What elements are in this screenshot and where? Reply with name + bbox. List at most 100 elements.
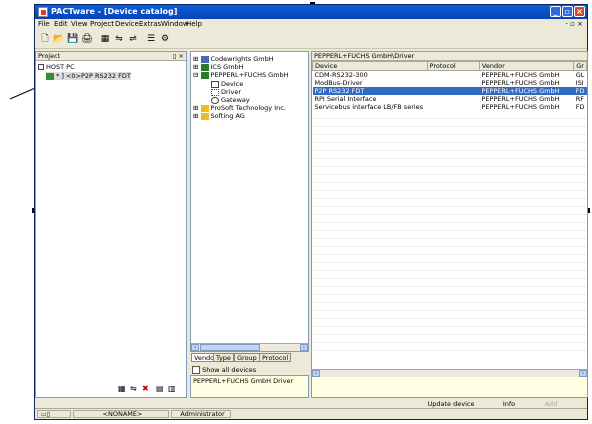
table-row-empty (312, 342, 587, 351)
col-protocol[interactable]: Protocol (426, 61, 480, 71)
tree-prosoft[interactable]: ⊞ ProSoft Technology Inc. (193, 104, 286, 112)
driver-icon (211, 88, 219, 96)
scroll-right-icon[interactable]: › (300, 344, 308, 351)
minimize-button[interactable]: _ (550, 6, 561, 17)
pane-pin-close[interactable]: ▯ × (173, 52, 184, 61)
open-icon[interactable]: 📂 (53, 33, 65, 45)
diagnosis-icon[interactable]: ⚙ (159, 33, 171, 45)
window-title: PACTware - [Device catalog] (51, 7, 178, 16)
menu-extras[interactable]: Extras (139, 20, 161, 28)
menu-window[interactable]: Window (161, 20, 189, 28)
disconnect-icon[interactable]: ⇌ (127, 33, 139, 45)
table-row-empty (312, 214, 587, 223)
new-icon[interactable]: 🗋 (39, 33, 51, 45)
maximize-button[interactable]: ▫ (562, 6, 573, 17)
col-group[interactable]: Gr (573, 61, 587, 71)
menu-edit[interactable]: Edit (54, 20, 68, 28)
save-icon[interactable]: 💾 (67, 33, 79, 45)
parameter-icon[interactable]: ☰ (145, 33, 157, 45)
delete-icon[interactable]: ✖ (142, 384, 149, 393)
tab-type[interactable]: Type (213, 353, 234, 362)
table-row-empty (312, 262, 587, 271)
device-icon (46, 72, 54, 80)
status-bar: ▭▯ <NONAME> Administrator (35, 408, 587, 419)
table-row-empty (312, 174, 587, 183)
tab-group[interactable]: Group (234, 353, 260, 362)
table-row-empty (312, 278, 587, 287)
table-row-empty (312, 190, 587, 199)
show-all-checkbox[interactable] (192, 366, 200, 374)
info-text: PEPPERL+FUCHS GmbH Driver (193, 377, 294, 385)
table-row-empty (312, 318, 587, 327)
scroll-right-icon[interactable]: › (579, 370, 587, 377)
close-button[interactable]: × (574, 6, 585, 17)
menu-view[interactable]: View (71, 20, 88, 28)
list-hscrollbar[interactable]: ‹ › (312, 369, 587, 377)
vendor-icon (200, 55, 209, 63)
connect-icon[interactable]: ⇋ (113, 33, 125, 45)
device-catalog-icon[interactable]: ▦ (99, 33, 111, 45)
table-row[interactable]: ModBus-Driver PEPPERL+FUCHS GmbH ISI (313, 79, 587, 87)
table-row-empty (312, 246, 587, 255)
menu-bar: File Edit View Project Device Extras Win… (35, 19, 587, 30)
table-row[interactable]: P2P RS232 FDT PEPPERL+FUCHS GmbH FD (312, 87, 587, 95)
vendor-icon (200, 71, 209, 79)
table-row-empty (312, 134, 587, 143)
device-icon (211, 80, 219, 88)
tree-ics[interactable]: ⊞ ICS GmbH (193, 63, 244, 71)
connection-icon: ▭▯ (41, 411, 50, 418)
table-cell: FD (573, 87, 587, 95)
print-icon[interactable]: 🖨 (81, 33, 93, 45)
col-vendor[interactable]: Vendor (478, 61, 575, 71)
tree-codewrights[interactable]: ⊞ Codewrights GmbH (193, 55, 274, 63)
table-row[interactable]: RPI Serial Interface PEPPERL+FUCHS GmbH RF (313, 95, 587, 103)
online-icon[interactable]: ▦ (118, 384, 126, 393)
table-cell: RPI Serial Interface (314, 95, 377, 103)
catalog-tree-pane: ⊞ Codewrights GmbH ⊞ ICS GmbH ⊟ PEPPERL+… (190, 51, 309, 352)
device-list-path: PEPPERL+FUCHS GmbH\Driver (312, 52, 587, 61)
tree-gateway[interactable]: Gateway (211, 96, 250, 104)
measure-icon[interactable]: ▤ (156, 384, 164, 393)
scroll-thumb[interactable] (200, 344, 260, 351)
app-icon (38, 7, 48, 17)
tab-protocol[interactable]: Protocol (259, 353, 292, 362)
list-info-area (312, 377, 587, 397)
gateway-icon (211, 96, 219, 104)
table-row-empty (312, 334, 587, 343)
menu-project[interactable]: Project (90, 20, 114, 28)
table-cell (427, 71, 479, 80)
tree-device-p2p[interactable]: * ] <0>P2P RS232 FDT (46, 72, 131, 80)
scroll-left-icon[interactable]: ‹ (191, 344, 199, 351)
table-row-empty (312, 111, 587, 119)
col-device[interactable]: Device (312, 61, 428, 71)
show-all-devices[interactable]: Show all devices (192, 366, 256, 374)
table-row-empty (312, 238, 587, 247)
tree-softing[interactable]: ⊞ Softing AG (193, 112, 245, 120)
table-row[interactable]: CDM-RS232-300 PEPPERL+FUCHS GmbH GL (313, 71, 587, 80)
connect-small-icon[interactable]: ⇋ (130, 384, 137, 393)
status-user: Administrator (171, 410, 231, 418)
catalog-tabs: Vendor Type Group Protocol (191, 353, 309, 363)
print-small-icon[interactable]: ▥ (168, 384, 176, 393)
menu-device[interactable]: Device (115, 20, 139, 28)
table-row[interactable]: Servicebus interface LB/FB series PEPPERL… (313, 103, 587, 111)
table-cell: PEPPERL+FUCHS GmbH (481, 71, 560, 79)
tree-host-pc[interactable]: HOST PC (38, 63, 75, 71)
table-cell: PEPPERL+FUCHS GmbH (481, 103, 560, 111)
table-header: Device Protocol Vendor Gr (312, 61, 587, 71)
table-row-empty (312, 166, 587, 175)
menu-file[interactable]: File (38, 20, 50, 28)
menu-help[interactable]: Help (186, 20, 202, 28)
tree-device[interactable]: Device (211, 80, 243, 88)
main-window: PACTware - [Device catalog] _ ▫ × File E… (34, 4, 588, 420)
project-pane: Project ▯ × HOST PC * ] <0>P2P RS232 FDT… (35, 51, 187, 398)
tree-hscrollbar[interactable]: ‹ › (191, 343, 308, 351)
mdi-controls[interactable]: - ▫ × (565, 20, 583, 28)
project-toolbar: ▦ ⇋ ✖ ▤ ▥ (116, 384, 180, 395)
table-cell: FD (575, 103, 585, 111)
tree-pepperl-fuchs[interactable]: ⊟ PEPPERL+FUCHS GmbH (193, 71, 289, 79)
info-box: PEPPERL+FUCHS GmbH Driver (190, 375, 309, 398)
tree-driver[interactable]: Driver (211, 88, 241, 96)
table-row-empty (312, 270, 587, 279)
scroll-left-icon[interactable]: ‹ (312, 370, 320, 377)
